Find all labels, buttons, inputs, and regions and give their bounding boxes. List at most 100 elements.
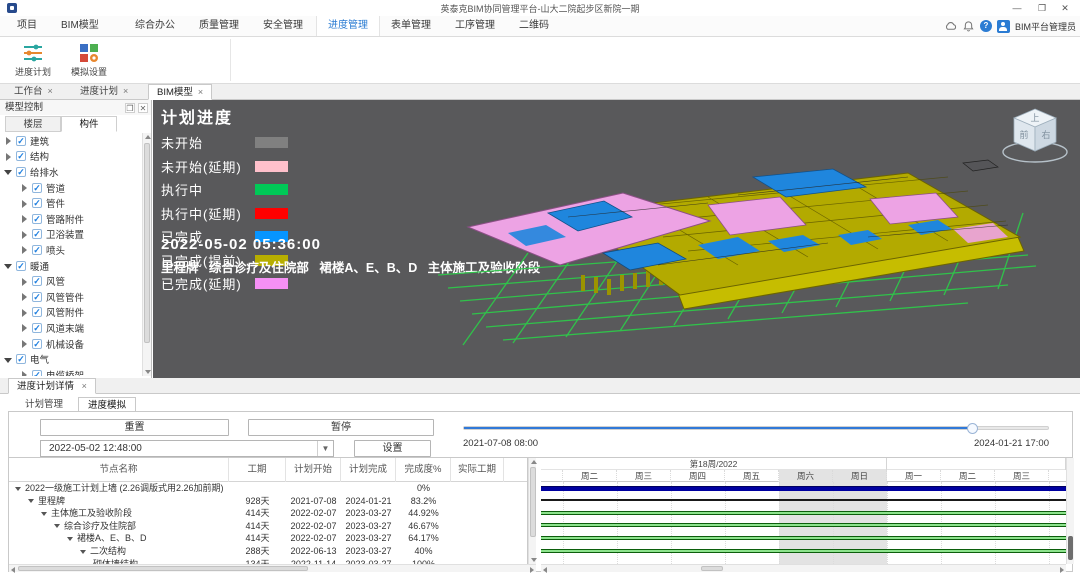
checkbox[interactable]: ✓ xyxy=(16,151,26,161)
tree-scrollbar[interactable] xyxy=(142,133,151,376)
scroll-thumb[interactable] xyxy=(701,566,723,571)
panel-close-icon[interactable]: ✕ xyxy=(138,103,148,113)
tree-item-结构[interactable]: ✓结构 xyxy=(0,149,142,165)
tree-item-建筑[interactable]: ✓建筑 xyxy=(0,133,142,149)
table-row[interactable]: 裙楼A、E、B、D414天2022-02-072023-03-2764.17% xyxy=(9,532,527,545)
scroll-right-icon[interactable] xyxy=(1058,565,1066,573)
expand-icon[interactable] xyxy=(20,323,29,332)
expand-icon[interactable] xyxy=(20,339,29,348)
timeline-slider[interactable] xyxy=(463,426,1049,430)
settings-button[interactable]: 设置 xyxy=(354,440,431,457)
table-vertical-scrollbar[interactable] xyxy=(528,458,536,564)
tab-floors[interactable]: 楼层 xyxy=(5,116,61,132)
column-header-1[interactable]: 节点名称 xyxy=(9,458,229,482)
menu-item-8[interactable]: 工序管理 xyxy=(444,16,506,36)
table-row[interactable]: 综合诊疗及住院部414天2022-02-072023-03-2746.67% xyxy=(9,520,527,533)
expand-icon[interactable] xyxy=(20,230,29,239)
table-row[interactable]: 主体施工及验收阶段414天2022-02-072023-03-2744.92% xyxy=(9,507,527,520)
tree-item-管道[interactable]: ✓管道 xyxy=(0,180,142,196)
gantt-horizontal-scrollbar[interactable] xyxy=(541,564,1066,572)
expand-icon[interactable] xyxy=(4,136,13,145)
expand-icon[interactable] xyxy=(20,199,29,208)
schedule-plan-button[interactable]: 进度计划 xyxy=(6,39,60,81)
gantt-vertical-scrollbar[interactable] xyxy=(1066,458,1074,564)
table-horizontal-scrollbar[interactable] xyxy=(9,564,536,572)
doc-tab-3[interactable]: BIM模型× xyxy=(148,84,212,100)
collapse-icon[interactable] xyxy=(4,261,13,270)
menu-item-4[interactable]: 质量管理 xyxy=(188,16,250,36)
gantt-bar-green[interactable] xyxy=(541,523,1066,527)
user-name[interactable]: BIM平台管理员 xyxy=(1015,20,1076,33)
expand-icon[interactable] xyxy=(20,292,29,301)
tab-plan-management[interactable]: 计划管理 xyxy=(16,397,72,412)
expand-icon[interactable] xyxy=(4,152,13,161)
column-header-5[interactable]: 完成度% xyxy=(396,458,451,482)
tree-item-风管[interactable]: ✓风管 xyxy=(0,273,142,289)
column-header-3[interactable]: 计划开始 xyxy=(286,458,341,482)
tab-schedule-detail[interactable]: 进度计划详情 × xyxy=(8,378,96,394)
gantt-bar-navy[interactable] xyxy=(541,486,1066,491)
navigation-cube[interactable]: 上 前 右 xyxy=(998,102,1072,170)
column-header-2[interactable]: 工期 xyxy=(229,458,286,482)
slider-handle[interactable] xyxy=(967,423,978,434)
collapse-icon[interactable] xyxy=(54,524,60,528)
close-icon[interactable]: × xyxy=(82,381,87,391)
scroll-left-icon[interactable] xyxy=(541,565,549,573)
pause-button[interactable]: 暂停 xyxy=(248,419,434,436)
bell-icon[interactable] xyxy=(962,20,975,33)
collapse-icon[interactable] xyxy=(41,512,47,516)
tree-item-电气[interactable]: ✓电气 xyxy=(0,351,142,367)
checkbox[interactable]: ✓ xyxy=(32,276,42,286)
checkbox[interactable]: ✓ xyxy=(16,354,26,364)
cube-face-top[interactable]: 上 xyxy=(1030,113,1039,123)
menu-item-5[interactable]: 安全管理 xyxy=(252,16,314,36)
tab-progress-simulation[interactable]: 进度模拟 xyxy=(78,397,136,412)
menu-item-1[interactable]: 项目 xyxy=(6,16,48,36)
collapse-icon[interactable] xyxy=(15,487,21,491)
maximize-button[interactable]: ❐ xyxy=(1031,1,1053,15)
menu-item-3[interactable]: 综合办公 xyxy=(124,16,186,36)
gantt-bar-black[interactable] xyxy=(541,499,1066,501)
close-button[interactable]: ✕ xyxy=(1054,1,1076,15)
checkbox[interactable]: ✓ xyxy=(16,136,26,146)
checkbox[interactable]: ✓ xyxy=(32,214,42,224)
checkbox[interactable]: ✓ xyxy=(32,292,42,302)
tree-item-管件[interactable]: ✓管件 xyxy=(0,195,142,211)
checkbox[interactable]: ✓ xyxy=(16,261,26,271)
close-icon[interactable]: × xyxy=(48,86,53,96)
close-icon[interactable]: × xyxy=(198,87,203,97)
tree-item-风管附件[interactable]: ✓风管附件 xyxy=(0,305,142,321)
collapse-icon[interactable] xyxy=(80,550,86,554)
tree-item-给排水[interactable]: ✓给排水 xyxy=(0,164,142,180)
tab-components[interactable]: 构件 xyxy=(61,116,117,132)
3d-viewport[interactable]: 计划进度 未开始未开始(延期)执行中执行中(延期)已完成已完成(提前)已完成(延… xyxy=(153,100,1080,378)
tree-item-喷头[interactable]: ✓喷头 xyxy=(0,242,142,258)
checkbox[interactable]: ✓ xyxy=(32,245,42,255)
scroll-left-icon[interactable] xyxy=(9,565,17,573)
table-row[interactable]: 2022一级施工计划上墙 (2.26调版式用2.26加前期)0% xyxy=(9,482,527,495)
current-time-input[interactable]: 2022-05-02 12:48:00 ▼ xyxy=(40,440,334,457)
tree-item-风道末端[interactable]: ✓风道末端 xyxy=(0,320,142,336)
scroll-thumb[interactable] xyxy=(530,467,536,537)
checkbox[interactable]: ✓ xyxy=(32,323,42,333)
cube-face-right[interactable]: 右 xyxy=(1041,129,1050,140)
panel-float-icon[interactable]: ❐ xyxy=(125,103,135,113)
scroll-down-icon[interactable] xyxy=(143,368,151,376)
scroll-right-icon[interactable] xyxy=(528,565,536,573)
tree-item-管路附件[interactable]: ✓管路附件 xyxy=(0,211,142,227)
gantt-bar-green[interactable] xyxy=(541,549,1066,553)
close-icon[interactable]: × xyxy=(123,86,128,96)
checkbox[interactable]: ✓ xyxy=(32,370,42,376)
scroll-thumb[interactable] xyxy=(1068,536,1073,560)
expand-icon[interactable] xyxy=(20,277,29,286)
tree-item-风管管件[interactable]: ✓风管管件 xyxy=(0,289,142,305)
column-header-4[interactable]: 计划完成 xyxy=(341,458,396,482)
tree-item-机械设备[interactable]: ✓机械设备 xyxy=(0,336,142,352)
collapse-icon[interactable] xyxy=(4,355,13,364)
checkbox[interactable]: ✓ xyxy=(16,167,26,177)
collapse-icon[interactable] xyxy=(4,167,13,176)
table-row[interactable]: 里程牌928天2021-07-082024-01-2183.2% xyxy=(9,495,527,508)
menu-item-7[interactable]: 表单管理 xyxy=(380,16,442,36)
gantt-bar-green[interactable] xyxy=(541,511,1066,515)
user-avatar[interactable] xyxy=(997,20,1010,33)
